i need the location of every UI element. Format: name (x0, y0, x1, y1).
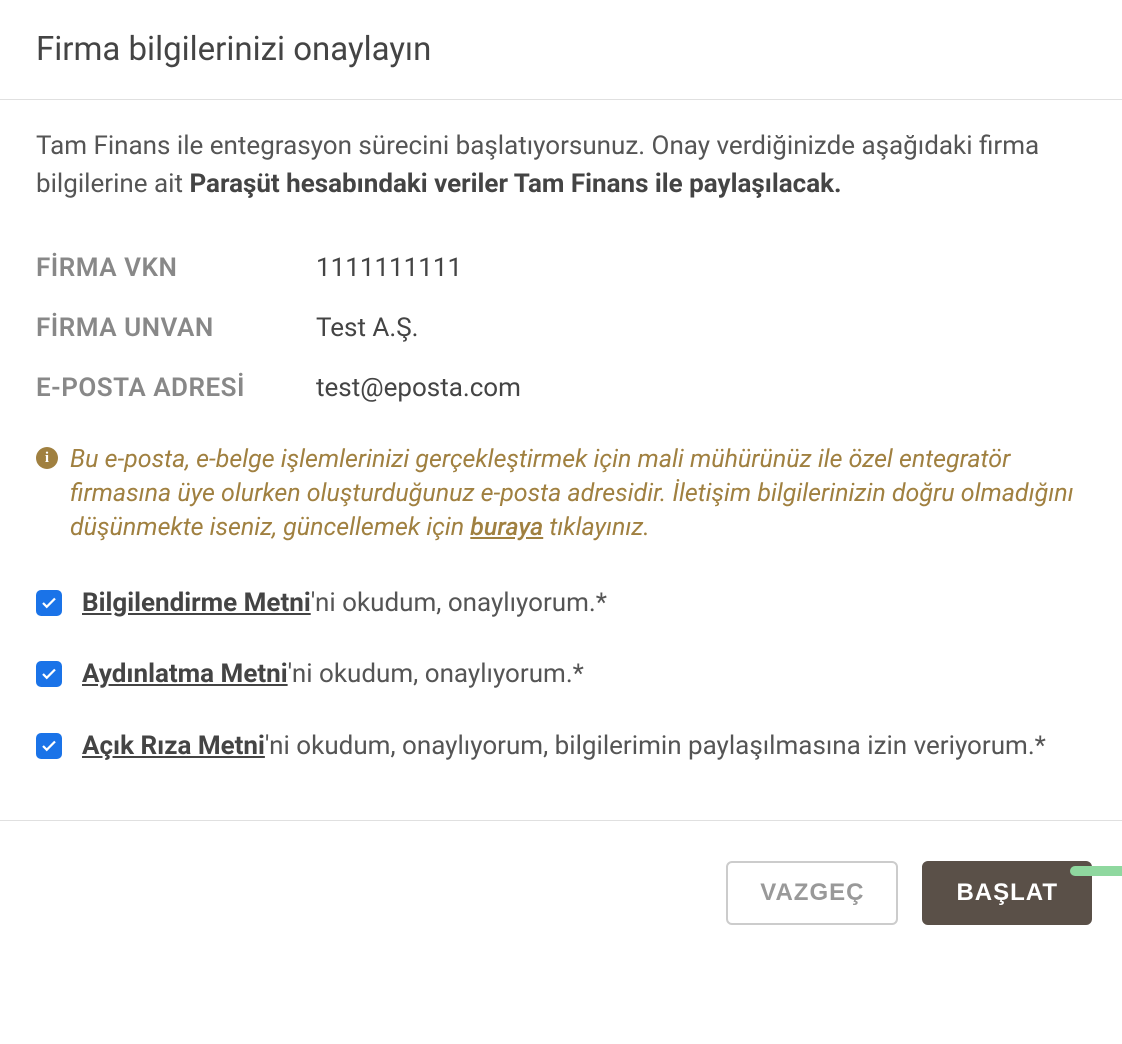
consent-row-info: Bilgilendirme Metni'ni okudum, onaylıyor… (36, 585, 1086, 623)
checkbox-disclosure[interactable] (36, 661, 62, 687)
consent-row-explicit: Açık Rıza Metni'ni okudum, onaylıyorum, … (36, 728, 1086, 766)
cancel-button[interactable]: VAZGEÇ (726, 861, 898, 925)
consent-suffix-disclosure: 'ni okudum, onaylıyorum.* (288, 659, 584, 689)
modal-header: Firma bilgilerinizi onaylayın (0, 0, 1122, 100)
notice-update-link[interactable]: buraya (470, 513, 543, 542)
accent-bar (1070, 866, 1122, 876)
modal-title: Firma bilgilerinizi onaylayın (36, 30, 1086, 69)
unvan-label: FİRMA UNVAN (36, 313, 316, 343)
intro-text: Tam Finans ile entegrasyon sürecini başl… (36, 128, 1086, 203)
consent-text-disclosure: Aydınlatma Metni'ni okudum, onaylıyorum.… (82, 656, 584, 694)
checkbox-info[interactable] (36, 590, 62, 616)
unvan-value: Test A.Ş. (316, 313, 419, 343)
intro-bold: Paraşüt hesabındaki veriler Tam Finans i… (189, 169, 841, 199)
consent-suffix-info: 'ni okudum, onaylıyorum.* (311, 588, 607, 618)
notice-text: Bu e-posta, e-belge işlemlerinizi gerçek… (70, 443, 1086, 544)
info-row-unvan: FİRMA UNVAN Test A.Ş. (36, 313, 1086, 343)
info-row-vkn: FİRMA VKN 1111111111 (36, 253, 1086, 283)
consent-suffix-explicit: 'ni okudum, onaylıyorum, bilgilerimin pa… (265, 731, 1046, 761)
checkbox-explicit[interactable] (36, 733, 62, 759)
info-icon: i (36, 447, 58, 469)
email-label: E-POSTA ADRESİ (36, 373, 316, 403)
check-icon (40, 665, 58, 683)
info-row-email: E-POSTA ADRESİ test@eposta.com (36, 373, 1086, 403)
disclosure-text-link[interactable]: Aydınlatma Metni (82, 659, 288, 689)
consent-text-explicit: Açık Rıza Metni'ni okudum, onaylıyorum, … (82, 728, 1046, 766)
info-text-link[interactable]: Bilgilendirme Metni (82, 588, 311, 618)
vkn-value: 1111111111 (316, 253, 462, 283)
modal-footer: VAZGEÇ BAŞLAT (0, 821, 1122, 965)
email-value: test@eposta.com (316, 373, 521, 403)
explicit-consent-link[interactable]: Açık Rıza Metni (82, 731, 265, 761)
modal-body: Tam Finans ile entegrasyon sürecini başl… (0, 100, 1122, 821)
consent-row-disclosure: Aydınlatma Metni'ni okudum, onaylıyorum.… (36, 656, 1086, 694)
consent-text-info: Bilgilendirme Metni'ni okudum, onaylıyor… (82, 585, 607, 623)
start-button[interactable]: BAŞLAT (922, 861, 1092, 925)
notice-part2: tıklayınız. (543, 513, 650, 542)
check-icon (40, 737, 58, 755)
email-notice: i Bu e-posta, e-belge işlemlerinizi gerç… (36, 443, 1086, 544)
vkn-label: FİRMA VKN (36, 253, 316, 283)
check-icon (40, 594, 58, 612)
